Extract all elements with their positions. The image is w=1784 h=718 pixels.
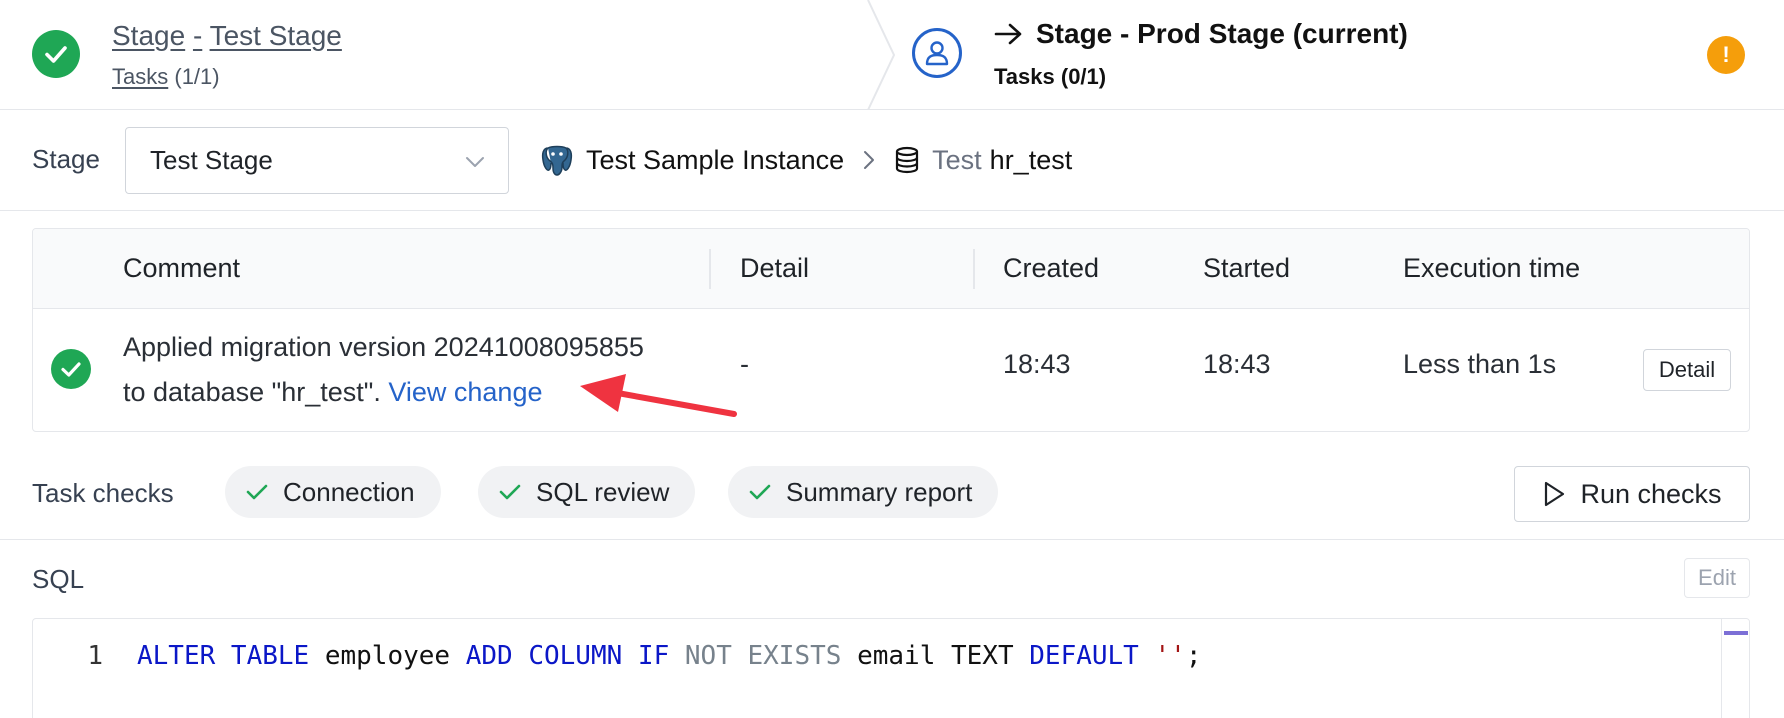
task-run-table: Comment Detail Created Started Execution…: [32, 228, 1750, 432]
database-environment: Test: [932, 144, 982, 175]
database-icon: [894, 146, 920, 174]
warning-icon[interactable]: !: [1707, 36, 1745, 74]
stage-select-label: Stage: [32, 144, 100, 174]
column-header-execution-time: Execution time: [1403, 253, 1581, 283]
stage-prod-tasks: Tasks (0/1): [994, 64, 1106, 90]
run-checks-label: Run checks: [1580, 478, 1722, 509]
database-name[interactable]: hr_test: [990, 145, 1073, 176]
view-change-link[interactable]: View change: [388, 377, 542, 407]
column-header-created: Created: [1003, 253, 1100, 283]
stage-title-separator: -: [192, 20, 203, 51]
check-sql-review[interactable]: SQL review: [478, 466, 696, 518]
stage-selector-row: Stage Test Stage Test Sample Instance Te…: [0, 110, 1784, 211]
scrollbar-thumb[interactable]: [1724, 631, 1748, 635]
task-checks-label: Task checks: [32, 478, 174, 508]
stage-prod-title[interactable]: Stage - Prod Stage (current): [994, 18, 1408, 50]
detail-cell: -: [740, 349, 749, 379]
stage-prod-name: Stage - Prod Stage (current): [1036, 18, 1408, 49]
stage-done-check-icon: [32, 30, 80, 78]
sql-token: ALTER TABLE: [137, 641, 310, 671]
edit-sql-button[interactable]: Edit: [1684, 558, 1750, 598]
table-header: Comment Detail Created Started Execution…: [33, 229, 1749, 309]
run-checks-button[interactable]: Run checks: [1514, 466, 1750, 522]
column-divider: [709, 249, 711, 289]
sql-editor[interactable]: 1 ALTER TABLE employee ADD COLUMN IF NOT…: [32, 618, 1750, 718]
check-summary-report[interactable]: Summary report: [728, 466, 999, 518]
check-icon: [499, 484, 521, 500]
tasks-link[interactable]: Tasks: [112, 64, 168, 89]
task-checks-bar: Task checks Connection SQL review Summar…: [0, 450, 1784, 540]
chevron-down-icon: [466, 157, 484, 167]
execution-time-cell: Less than 1s: [1403, 349, 1557, 379]
sql-token: email TEXT: [841, 641, 1030, 671]
assignee-icon: [912, 28, 962, 78]
arrow-right-icon: [994, 23, 1022, 45]
check-icon: [749, 484, 771, 500]
stage-test[interactable]: Stage - Test Stage Tasks (1/1): [0, 0, 880, 110]
stage-test-tasks: Tasks (1/1): [112, 64, 220, 90]
detail-button[interactable]: Detail: [1643, 349, 1731, 391]
comment-line: Applied migration version 20241008095855: [123, 332, 644, 362]
sql-statement[interactable]: ALTER TABLE employee ADD COLUMN IF NOT E…: [137, 641, 1201, 681]
column-header-comment: Comment: [123, 253, 241, 283]
editor-scrollbar[interactable]: [1721, 619, 1749, 718]
comment-text: to database "hr_test".: [123, 377, 381, 407]
created-cell: 18:43: [1003, 349, 1071, 379]
sql-section-title: SQL: [32, 564, 85, 594]
stage-name-link[interactable]: Test Stage: [210, 20, 342, 51]
stage-select-value: Test Stage: [150, 145, 273, 175]
line-number: 1: [87, 641, 103, 671]
stage-link[interactable]: Stage: [112, 20, 185, 51]
annotation-arrow-icon: [580, 374, 737, 417]
column-divider: [973, 249, 975, 289]
sql-token: '': [1138, 641, 1186, 671]
sql-token: employee: [309, 641, 466, 671]
tasks-label: Tasks: [994, 64, 1055, 89]
column-header-detail: Detail: [740, 253, 810, 283]
stage-select[interactable]: Test Stage: [125, 127, 509, 194]
instance-breadcrumb: Test Sample Instance Test hr_test: [540, 138, 1072, 182]
code-line: 1 ALTER TABLE employee ADD COLUMN IF NOT…: [33, 641, 1201, 681]
tasks-count: (1/1): [174, 64, 220, 89]
sql-token: NOT EXISTS: [669, 641, 842, 671]
check-label: Connection: [283, 476, 415, 507]
sql-token: ;: [1185, 641, 1202, 671]
table-row: Applied migration version 20241008095855…: [33, 309, 1749, 431]
check-icon: [246, 484, 268, 500]
play-icon: [1545, 481, 1565, 507]
breadcrumb-chevron-icon: [862, 149, 876, 171]
sql-token: DEFAULT: [1029, 641, 1139, 671]
instance-name[interactable]: Test Sample Instance: [586, 145, 844, 176]
tasks-count: (0/1): [1060, 64, 1107, 89]
column-header-started: Started: [1203, 253, 1291, 283]
postgresql-elephant-icon: [541, 145, 573, 176]
check-connection[interactable]: Connection: [225, 466, 441, 518]
started-cell: 18:43: [1203, 349, 1271, 379]
stage-test-title: Stage - Test Stage: [112, 20, 342, 52]
check-label: Summary report: [786, 476, 973, 507]
stage-chevron-divider: [867, 0, 896, 110]
check-label: SQL review: [536, 476, 670, 507]
sql-token: ADD COLUMN IF: [465, 641, 670, 671]
stage-header: Stage - Test Stage Tasks (1/1) Stage - P…: [0, 0, 1784, 110]
task-done-check-icon: [51, 349, 91, 389]
